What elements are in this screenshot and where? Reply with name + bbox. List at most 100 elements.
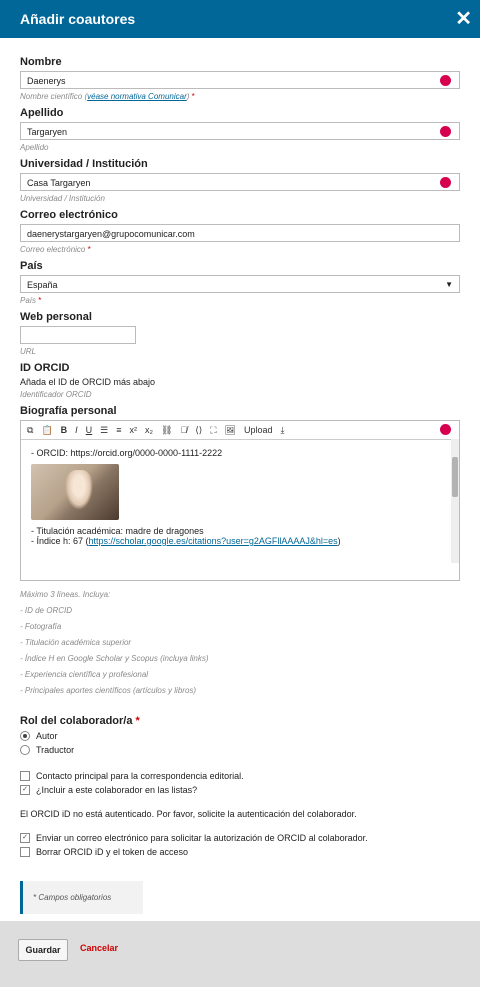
- universidad-section: Universidad / Institución Casa Targaryen…: [20, 158, 460, 203]
- required-asterisk: *: [87, 245, 91, 254]
- check-contacto-label: Contacto principal para la correspondenc…: [36, 771, 244, 781]
- check-borrar[interactable]: Borrar ORCID iD y el token de acceso: [20, 847, 460, 857]
- web-section: Web personal URL: [20, 311, 460, 356]
- apellido-help: Apellido: [20, 143, 49, 152]
- pais-select[interactable]: España ▼: [20, 275, 460, 293]
- radio-dot-selected[interactable]: [20, 731, 30, 741]
- nombre-help-prefix: Nombre científico (: [20, 92, 88, 101]
- subscript-icon[interactable]: x₂: [145, 425, 153, 435]
- orcid-help: Identificador ORCID: [20, 390, 92, 399]
- indice-suffix: ): [337, 536, 341, 546]
- radio-dot[interactable]: [20, 745, 30, 755]
- form-content: Nombre Daenerys Nombre científico (véase…: [0, 38, 480, 914]
- globe-icon[interactable]: [440, 75, 451, 86]
- rol-label-text: Rol del colaborador/a: [20, 715, 133, 727]
- pais-section: País España ▼ País *: [20, 260, 460, 305]
- check-contacto[interactable]: Contacto principal para la correspondenc…: [20, 771, 460, 781]
- orcid-line: - ORCID: https://orcid.org/0000-0000-111…: [31, 448, 223, 458]
- guide-line: - Principales aportes científicos (artíc…: [20, 686, 197, 695]
- italic-icon[interactable]: I: [75, 425, 78, 435]
- close-icon[interactable]: ✕: [455, 9, 472, 29]
- nombre-input[interactable]: Daenerys: [20, 71, 460, 89]
- modal-title: Añadir coautores: [20, 11, 136, 27]
- pais-help-text: País: [20, 296, 37, 305]
- required-asterisk: *: [38, 296, 42, 305]
- cancel-link[interactable]: Cancelar: [80, 943, 118, 953]
- web-label: Web personal: [20, 311, 92, 323]
- superscript-icon[interactable]: x²: [130, 425, 138, 435]
- checkbox-checked[interactable]: ✓: [20, 833, 30, 843]
- apellido-label: Apellido: [20, 107, 64, 119]
- orcid-label: ID ORCID: [20, 362, 70, 374]
- radio-autor[interactable]: Autor: [20, 731, 460, 741]
- web-input[interactable]: [20, 326, 136, 344]
- required-asterisk: *: [135, 715, 140, 727]
- universidad-input[interactable]: Casa Targaryen: [20, 173, 460, 191]
- paste-icon[interactable]: 📋: [41, 425, 52, 436]
- apellido-input[interactable]: Targaryen: [20, 122, 460, 140]
- apellido-value: Targaryen: [27, 127, 68, 137]
- correo-input[interactable]: daenerystargaryen@grupocomunicar.com: [20, 224, 460, 242]
- checkbox-checked[interactable]: ✓: [20, 785, 30, 795]
- pais-value: España: [27, 280, 58, 290]
- normativa-link[interactable]: véase normativa Comunicar: [87, 92, 187, 101]
- unlink-icon[interactable]: ⛓̸: [180, 425, 187, 435]
- editor-scrollbar[interactable]: [451, 439, 459, 563]
- link-icon[interactable]: ⛓: [161, 425, 172, 436]
- underline-icon[interactable]: U: [86, 425, 93, 435]
- indice-prefix: - Índice h: 67 (: [31, 536, 89, 546]
- biografia-label: Biografía personal: [20, 405, 117, 417]
- nombre-section: Nombre Daenerys Nombre científico (véase…: [20, 56, 460, 101]
- correo-section: Correo electrónico daenerystargaryen@gru…: [20, 209, 460, 254]
- check-enviar[interactable]: ✓ Enviar un correo electrónico para soli…: [20, 833, 460, 843]
- nombre-value: Daenerys: [27, 76, 66, 86]
- copy-icon[interactable]: ⧉: [27, 425, 33, 436]
- correo-label: Correo electrónico: [20, 209, 118, 221]
- save-button[interactable]: Guardar: [18, 939, 68, 961]
- correo-help: Correo electrónico *: [20, 245, 460, 254]
- check-enviar-label: Enviar un correo electrónico para solici…: [36, 833, 368, 843]
- editor-content[interactable]: - ORCID: https://orcid.org/0000-0000-111…: [21, 440, 459, 580]
- pais-label: País: [20, 260, 43, 272]
- code-icon[interactable]: ⟨⟩: [195, 425, 202, 436]
- numbered-list-icon[interactable]: ≡: [116, 425, 121, 435]
- guide-line: - ID de ORCID: [20, 606, 73, 615]
- image-icon[interactable]: 🖼: [225, 425, 236, 436]
- modal-footer: Guardar Cancelar: [0, 921, 480, 987]
- guide-line: - Titulación académica superior: [20, 638, 132, 647]
- check-incluir-label: ¿Incluir a este colaborador en las lista…: [36, 785, 198, 795]
- orcid-actions: ✓ Enviar un correo electrónico para soli…: [20, 833, 460, 857]
- titulacion-line: - Titulación académica: madre de dragone…: [31, 526, 204, 536]
- guide-line: - Fotografía: [20, 622, 62, 631]
- download-icon[interactable]: ⤓: [281, 425, 285, 436]
- rol-label: Rol del colaborador/a *: [20, 715, 460, 727]
- scrollbar-thumb[interactable]: [452, 457, 458, 497]
- universidad-label: Universidad / Institución: [20, 158, 148, 170]
- chevron-down-icon: ▼: [445, 280, 453, 289]
- radio-traductor[interactable]: Traductor: [20, 745, 460, 755]
- modal-header: Añadir coautores ✕: [0, 0, 480, 38]
- radio-autor-label: Autor: [36, 731, 58, 741]
- scholar-link[interactable]: https://scholar.google.es/citations?user…: [89, 536, 338, 546]
- checkbox[interactable]: [20, 847, 30, 857]
- rich-text-editor[interactable]: ⧉ 📋 B I U ☰ ≡ x² x₂ ⛓ ⛓̸ ⟨⟩ ⛶ 🖼 Upload ⤓…: [20, 420, 460, 581]
- universidad-help: Universidad / Institución: [20, 194, 105, 203]
- indice-line: - Índice h: 67 (https://scholar.google.e…: [31, 536, 449, 546]
- fullscreen-icon[interactable]: ⛶: [210, 425, 216, 436]
- globe-icon[interactable]: [440, 177, 451, 188]
- check-incluir[interactable]: ✓ ¿Incluir a este colaborador en las lis…: [20, 785, 460, 795]
- pais-help: País *: [20, 296, 460, 305]
- orcid-notice: El ORCID iD no está autenticado. Por fav…: [20, 809, 357, 819]
- bullet-list-icon[interactable]: ☰: [100, 425, 108, 436]
- globe-icon[interactable]: [440, 424, 451, 435]
- upload-button[interactable]: Upload: [244, 425, 273, 435]
- check-borrar-label: Borrar ORCID iD y el token de acceso: [36, 847, 189, 857]
- bold-icon[interactable]: B: [61, 425, 68, 435]
- web-help: URL: [20, 347, 37, 356]
- globe-icon[interactable]: [440, 126, 451, 137]
- checkbox[interactable]: [20, 771, 30, 781]
- required-note: * Campos obligatorios: [20, 881, 143, 914]
- nombre-help: Nombre científico (véase normativa Comun…: [20, 92, 460, 101]
- orcid-text: Añada el ID de ORCID más abajo: [20, 377, 156, 387]
- checks-section: Contacto principal para la correspondenc…: [20, 771, 460, 795]
